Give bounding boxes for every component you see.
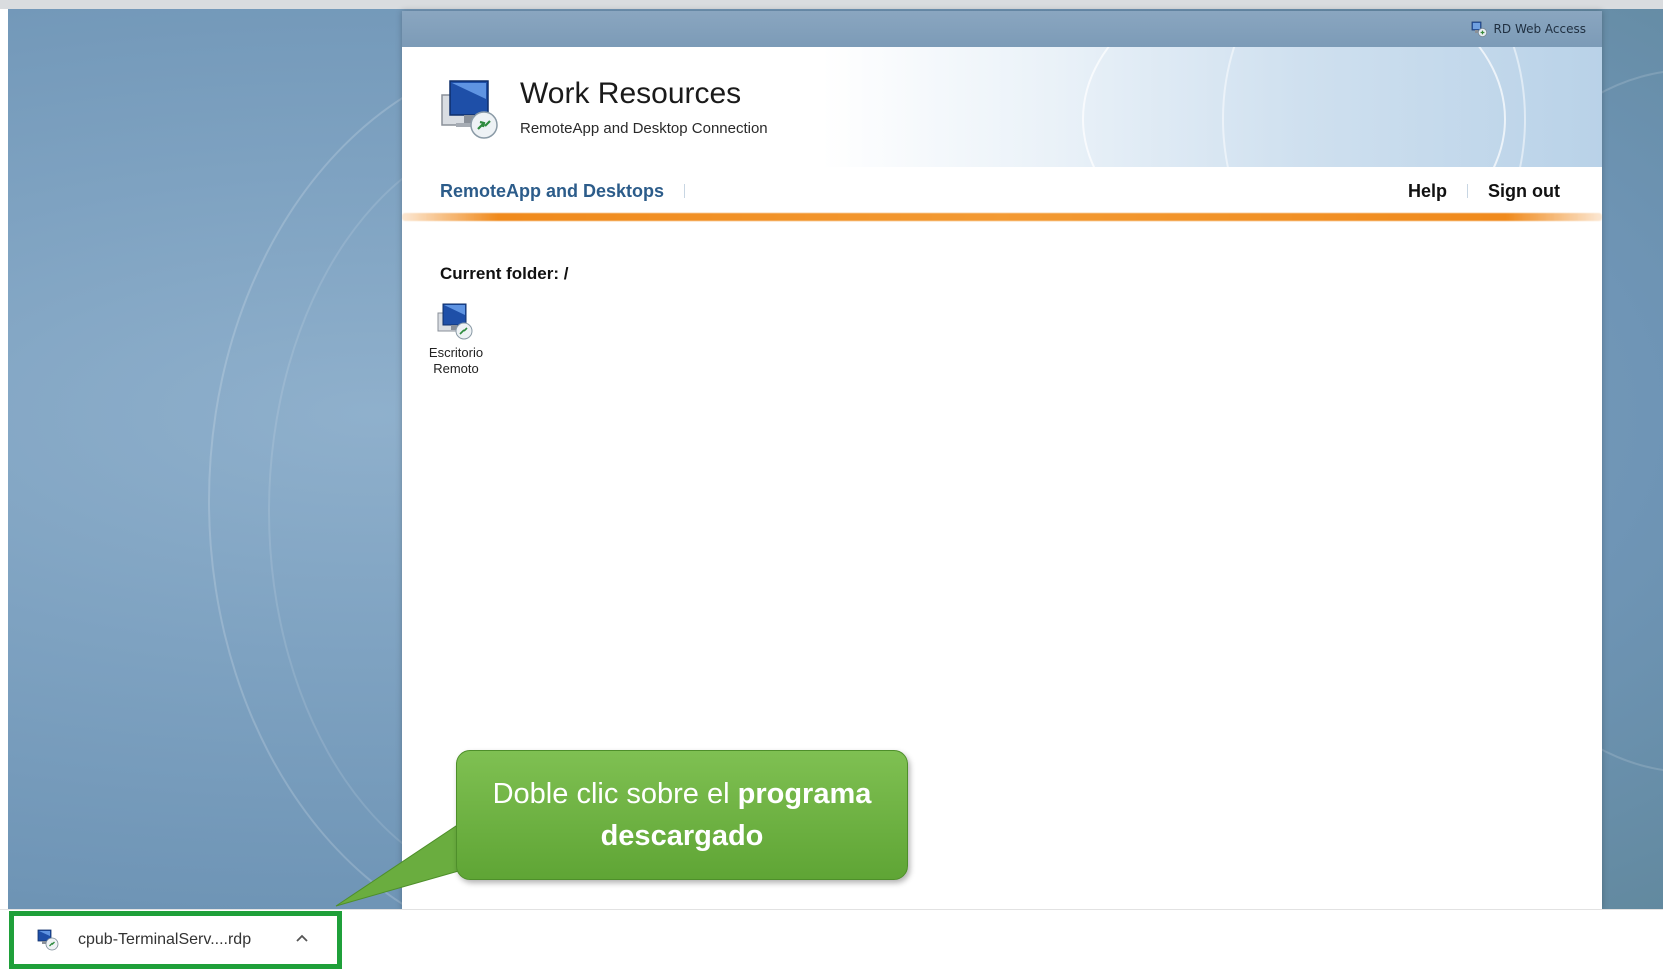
callout-bold-text: programa	[737, 778, 872, 810]
remote-desktop-logo-icon	[441, 80, 498, 139]
app-label: Escritorio Remoto	[424, 345, 488, 377]
chevron-up-icon[interactable]	[293, 930, 311, 948]
header-banner: Work Resources RemoteApp and Desktop Con…	[402, 47, 1602, 167]
download-bar: cpub-TerminalServ....rdp	[0, 909, 1663, 978]
page-title: Work Resources	[520, 77, 742, 110]
tab-remoteapp-and-desktops[interactable]: RemoteApp and Desktops	[440, 181, 664, 202]
accent-divider	[402, 213, 1602, 221]
app-label-line: Escritorio	[428, 345, 484, 360]
title-bar: RD Web Access	[402, 11, 1602, 47]
nav-left: RemoteApp and Desktops	[440, 181, 686, 202]
callout-text: Doble clic sobre el	[492, 778, 738, 810]
downloaded-file-item[interactable]: cpub-TerminalServ....rdp	[9, 911, 342, 969]
callout-bold-text: descargado	[600, 820, 764, 852]
nav-right: Help Sign out	[1408, 181, 1560, 202]
current-folder-label: Current folder: /	[440, 264, 569, 283]
remote-desktop-icon	[437, 303, 473, 340]
nav-bar: RemoteApp and Desktops Help Sign out	[402, 167, 1602, 215]
top-strip	[0, 0, 1663, 9]
callout-line-2: descargado	[601, 815, 764, 857]
rdp-file-icon	[37, 929, 59, 951]
rd-web-access-icon	[1471, 21, 1487, 38]
sign-out-link[interactable]: Sign out	[1488, 181, 1560, 202]
rd-web-access-brand: RD Web Access	[1470, 20, 1586, 38]
app-label-line: Remoto	[433, 361, 479, 376]
help-link[interactable]: Help	[1408, 181, 1447, 202]
instruction-callout: Doble clic sobre el programa descargado	[456, 750, 908, 880]
downloaded-file-name: cpub-TerminalServ....rdp	[78, 931, 252, 948]
app-tile-escritorio-remoto[interactable]: Escritorio Remoto	[424, 301, 488, 377]
page-subtitle: RemoteApp and Desktop Connection	[520, 120, 768, 137]
rd-web-access-label: RD Web Access	[1493, 22, 1586, 36]
nav-divider	[684, 184, 686, 198]
globe-decoration	[1222, 47, 1526, 167]
callout-line-1: Doble clic sobre el programa	[493, 773, 872, 815]
callout-pointer	[335, 825, 477, 907]
nav-divider	[1467, 184, 1469, 198]
